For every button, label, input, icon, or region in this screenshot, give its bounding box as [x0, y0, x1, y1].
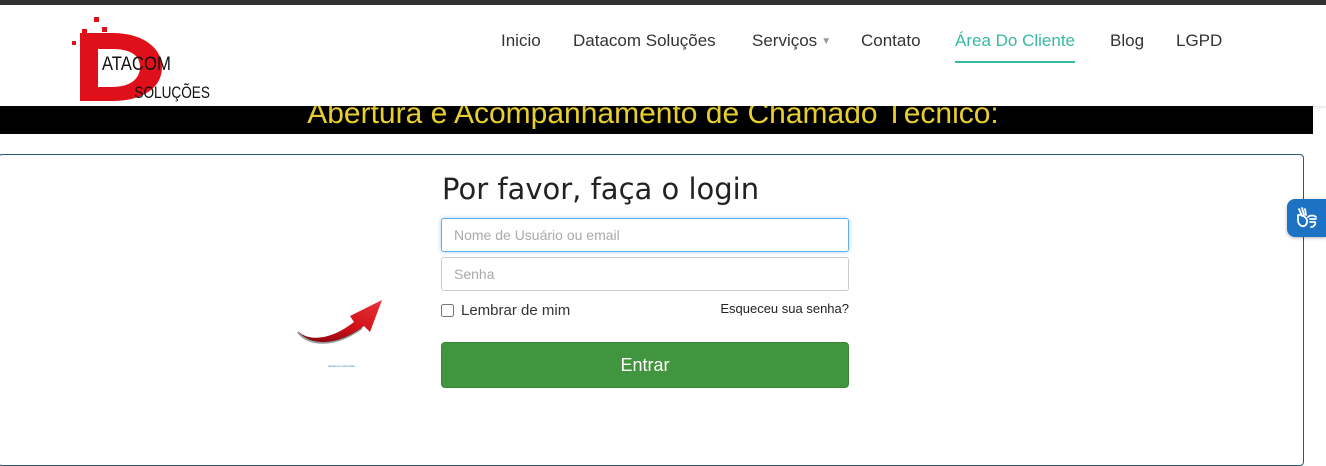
nav-item-servicos-label: Serviços — [752, 31, 818, 50]
nav-item-inicio[interactable]: Inicio — [501, 31, 541, 51]
login-title: Por favor, faça o login — [442, 172, 760, 206]
nav-item-lgpd[interactable]: LGPD — [1176, 31, 1222, 51]
sign-language-hands-icon — [1296, 207, 1317, 228]
nav-item-datacom-solucoes[interactable]: Datacom Soluções — [573, 31, 716, 51]
nav-item-servicos[interactable]: Serviços ▼ — [752, 31, 831, 52]
main-nav: Inicio Datacom Soluções Serviços ▼ Contat… — [0, 31, 1326, 71]
logo-line2: SOLUÇÕES — [134, 84, 209, 103]
accessibility-widget-button[interactable] — [1287, 199, 1326, 237]
banner-title: Abertura e Acompanhamento de Chamado Téc… — [307, 106, 999, 130]
remember-me-checkbox[interactable] — [441, 304, 454, 317]
small-caption: datacom soluções — [328, 364, 356, 368]
username-input[interactable] — [441, 218, 849, 252]
remember-me-label: Lembrar de mim — [461, 302, 571, 319]
site-header: ATACOM SOLUÇÕES Inicio Datacom Soluções … — [0, 5, 1326, 106]
forgot-password-link[interactable]: Esqueceu sua senha? — [720, 301, 849, 316]
red-arrow-icon — [296, 300, 382, 344]
caret-down-icon: ▼ — [821, 35, 832, 47]
nav-item-area-do-cliente[interactable]: Área Do Cliente — [955, 31, 1076, 63]
nav-item-contato[interactable]: Contato — [861, 31, 921, 51]
page-banner: Abertura e Acompanhamento de Chamado Téc… — [0, 106, 1313, 134]
remember-me[interactable]: Lembrar de mim — [441, 302, 570, 319]
login-submit-button[interactable]: Entrar — [441, 342, 849, 388]
nav-item-blog[interactable]: Blog — [1110, 31, 1144, 51]
password-input[interactable] — [441, 257, 849, 291]
